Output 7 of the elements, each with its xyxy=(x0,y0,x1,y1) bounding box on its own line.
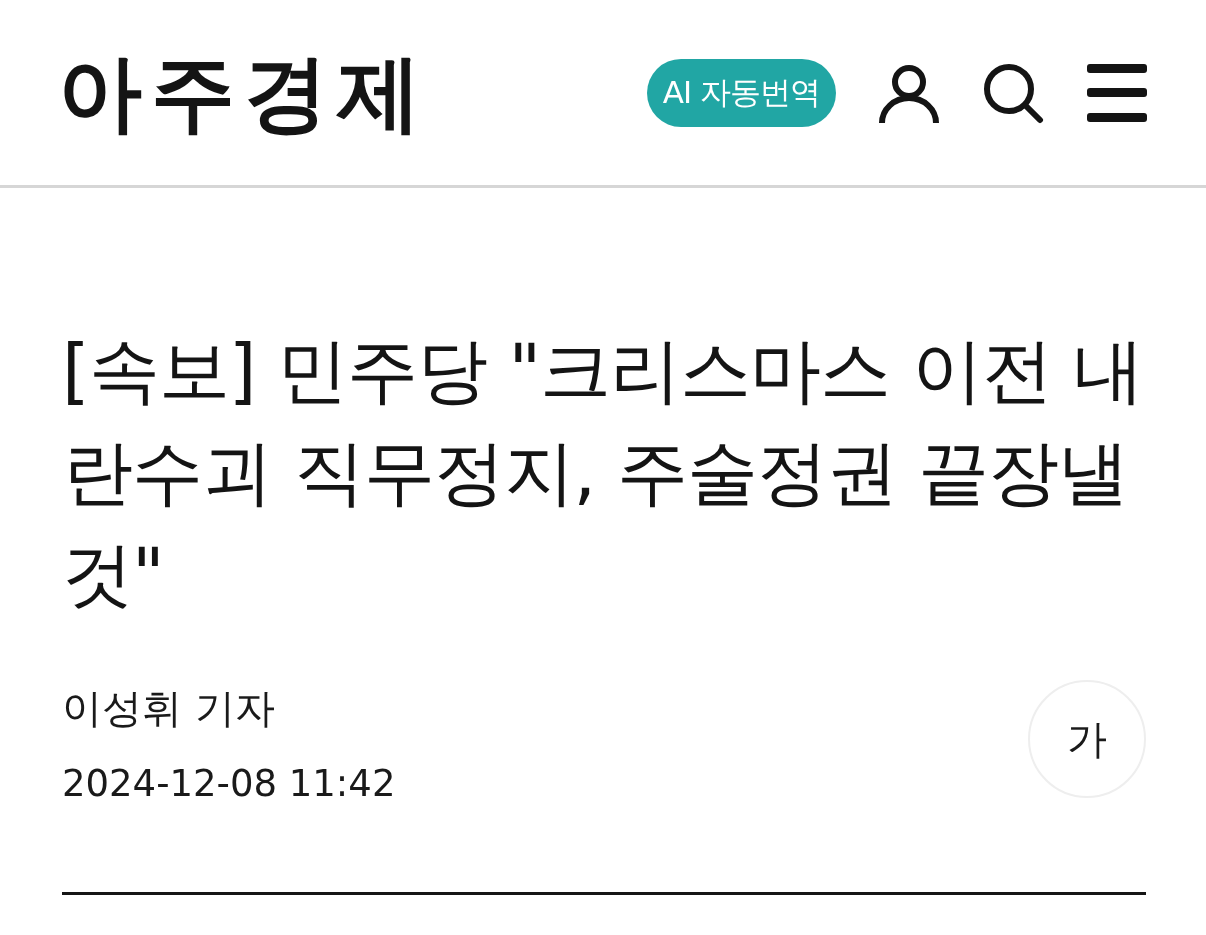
font-size-button[interactable]: 가 xyxy=(1028,680,1146,798)
menu-icon[interactable] xyxy=(1086,61,1148,124)
reporter-byline: 이성휘 기자 xyxy=(62,684,276,733)
site-logo[interactable]: 아주경제 xyxy=(58,50,430,135)
article-headline: [속보] 민주당 "크리스마스 이전 내란수괴 직무정지, 주술정권 끝장낼 것" xyxy=(62,328,1145,618)
search-icon[interactable] xyxy=(982,61,1044,124)
publish-date: 2024-12-08 11:42 xyxy=(62,761,396,807)
